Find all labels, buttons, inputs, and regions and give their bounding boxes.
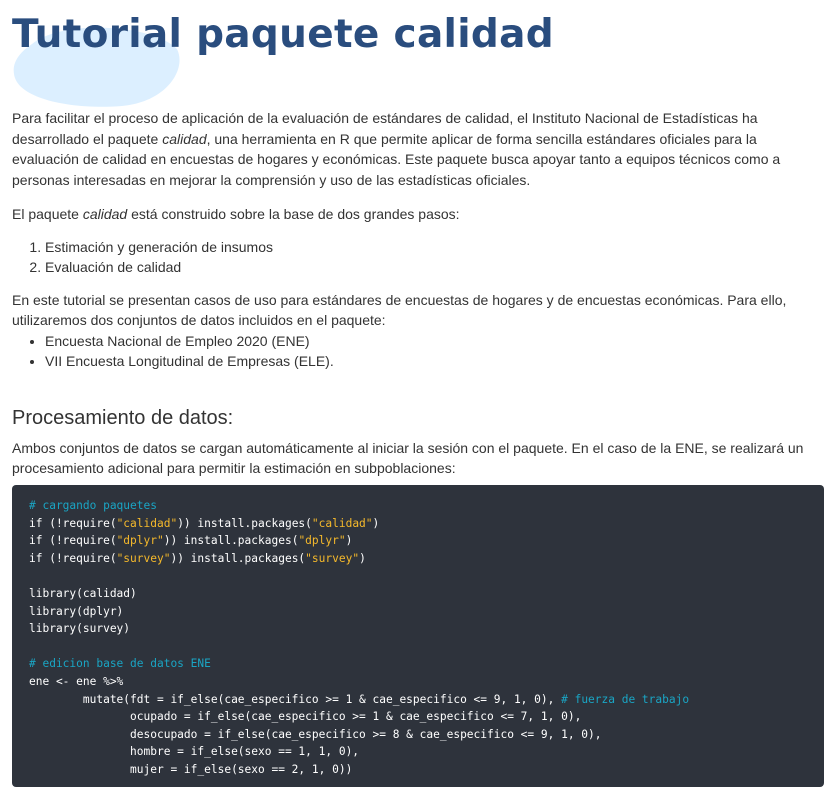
intro-emphasis: calidad [162, 130, 207, 147]
code-line: library(survey) [29, 622, 131, 636]
list-item: Evaluación de calidad [45, 257, 824, 278]
code-text: )) install.packages( [163, 534, 299, 548]
list-item: Encuesta Nacional de Empleo 2020 (ENE) [45, 331, 824, 352]
section-paragraph: Ambos conjuntos de datos se cargan autom… [12, 439, 804, 477]
datasets-list: Encuesta Nacional de Empleo 2020 (ENE) V… [12, 331, 824, 372]
list-item: Estimación y generación de insumos [45, 237, 824, 258]
steps-intro-emphasis: calidad [82, 206, 128, 222]
intro-paragraph: Para facilitar el proceso de aplicación … [12, 108, 824, 190]
title-area: Tutorial paquete calidad [12, 8, 812, 108]
section-heading: Procesamiento de datos: [12, 406, 234, 429]
code-string: "survey" [305, 551, 360, 565]
list-item: VII Encuesta Longitudinal de Empresas (E… [45, 351, 824, 372]
code-text: ) [359, 551, 366, 565]
code-line: library(calidad) [29, 586, 137, 600]
code-line: # cargando paquetes [29, 497, 824, 515]
code-comment: # edicion base de datos ENE [29, 657, 211, 671]
datasets-intro-paragraph: En este tutorial se presentan casos de u… [12, 291, 787, 329]
code-line: ocupado = if_else(cae_especifico >= 1 & … [29, 710, 582, 724]
code-string: "dplyr" [116, 534, 164, 548]
main-content: Para facilitar el proceso de aplicación … [12, 108, 824, 479]
code-string: "survey" [116, 551, 171, 565]
code-text: if (!require( [29, 516, 117, 530]
code-text: mutate(fdt = if_else(cae_especifico >= 1… [29, 692, 562, 706]
steps-intro-text-cont: está construido sobre la base de dos gra… [127, 206, 460, 222]
code-text: )) install.packages( [170, 551, 306, 565]
page-title: Tutorial paquete calidad [12, 12, 554, 57]
code-string: "calidad" [116, 516, 178, 530]
code-line: ene <- ene %>% [29, 674, 124, 688]
code-block: # cargando paquetes if (!require("calida… [12, 485, 824, 787]
code-text: if (!require( [29, 534, 117, 548]
code-string: "calidad" [311, 516, 373, 530]
code-line: if (!require("calidad")) install.package… [29, 515, 824, 533]
code-line: mujer = if_else(sexo == 2, 1, 0)) [29, 762, 353, 776]
steps-intro-paragraph: El paquete calidad está construido sobre… [12, 204, 824, 225]
code-comment: # cargando paquetes [29, 499, 157, 512]
code-text: if (!require( [29, 551, 117, 565]
code-line: library(dplyr) [29, 604, 124, 618]
code-line: hombre = if_else(sexo == 1, 1, 0), [29, 745, 360, 759]
code-text: )) install.packages( [177, 516, 312, 530]
code-line: if (!require("survey")) install.packages… [29, 550, 824, 568]
code-line: # edicion base de datos ENE [29, 655, 824, 673]
code-text: ) [372, 516, 380, 530]
steps-intro-text: El paquete [12, 206, 83, 222]
steps-list: Estimación y generación de insumos Evalu… [12, 237, 824, 278]
code-line: desocupado = if_else(cae_especifico >= 8… [29, 727, 602, 741]
code-comment: # fuerza de trabajo [561, 692, 690, 706]
code-text: ) [345, 534, 353, 548]
code-string: "dplyr" [298, 534, 346, 548]
code-line: mutate(fdt = if_else(cae_especifico >= 1… [29, 691, 824, 709]
code-line: if (!require("dplyr")) install.packages(… [29, 532, 824, 550]
